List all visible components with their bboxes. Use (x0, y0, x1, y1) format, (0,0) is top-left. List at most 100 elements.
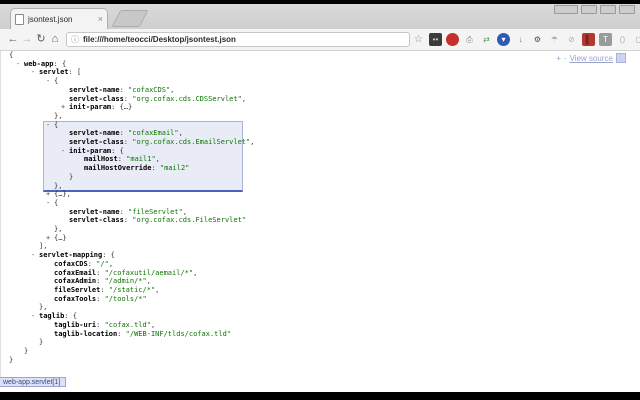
reload-icon[interactable]: ↻ (34, 34, 48, 45)
json-punctuation: : (96, 269, 104, 277)
extension-icon-11[interactable]: T (599, 33, 612, 46)
json-punctuation: : { (111, 147, 124, 155)
json-punctuation: : (124, 216, 132, 224)
json-line: }, (1, 225, 640, 234)
expander-expanded-icon[interactable]: - (31, 312, 35, 321)
document-icon (15, 14, 24, 25)
json-key: taglib-location (54, 330, 117, 338)
json-punctuation: : (117, 330, 125, 338)
json-punctuation: : (96, 295, 104, 303)
json-line: }, (1, 182, 640, 191)
json-punctuation: { (54, 77, 58, 85)
json-string-value: "mail1" (126, 155, 156, 163)
json-key: servlet-name (69, 208, 120, 216)
expander-expanded-icon[interactable]: - (31, 68, 35, 77)
json-line: servlet-class: "org.cofax.cds.CDSServlet… (1, 95, 640, 104)
view-source-link[interactable]: View source (570, 54, 613, 63)
expander-expanded-icon[interactable]: - (46, 77, 50, 86)
json-string-value: "cofaxCDS" (128, 86, 170, 94)
extension-icon-7[interactable]: ⚙ (531, 33, 544, 46)
back-icon[interactable]: ← (6, 34, 20, 45)
json-key: cofaxCDS (54, 260, 88, 268)
json-punctuation: { (9, 51, 13, 59)
tab-close-icon[interactable]: × (98, 15, 103, 24)
json-line: } (1, 347, 640, 356)
tab-jsontest[interactable]: jsontest.json × (10, 8, 108, 29)
json-punctuation: } (69, 173, 73, 181)
json-string-value: "/static/*" (109, 286, 155, 294)
extension-icon-3[interactable]: ⎙ (463, 33, 476, 46)
json-punctuation: , (151, 321, 155, 329)
json-line: -web-app: { (1, 60, 640, 69)
home-icon[interactable]: ⌂ (48, 34, 62, 45)
json-punctuation: : (96, 277, 104, 285)
json-line: } (1, 173, 640, 182)
json-punctuation: }, (54, 182, 62, 190)
json-key: servlet-mapping (39, 251, 102, 259)
json-punctuation: : { (64, 312, 77, 320)
extension-icon-1[interactable]: •• (429, 33, 442, 46)
json-line: taglib-uri: "cofax.tld", (1, 321, 640, 330)
json-line: cofaxEmail: "/cofaxutil/aemail/*", (1, 269, 640, 278)
json-line: -taglib: { (1, 312, 640, 321)
json-punctuation: : (100, 286, 108, 294)
collapse-all-button[interactable]: - (564, 54, 567, 63)
expander-expanded-icon[interactable]: - (46, 121, 50, 130)
json-punctuation: , (147, 277, 151, 285)
json-punctuation: { (54, 199, 58, 207)
json-line: }, (1, 303, 640, 312)
json-string-value: "/admin/*" (105, 277, 147, 285)
extension-icon-5[interactable]: ▾ (497, 33, 510, 46)
json-punctuation: } (24, 347, 28, 355)
bottom-black-bar (0, 392, 640, 400)
close-button[interactable] (619, 5, 635, 14)
forward-icon[interactable]: → (20, 34, 34, 45)
screen: jsontest.json × ← → ↻ ⌂ ⓘ file:///home/t… (0, 0, 640, 400)
json-line: }, (1, 112, 640, 121)
minimize-button[interactable] (581, 5, 597, 14)
browser-toolbar: ← → ↻ ⌂ ⓘ file:///home/teocci/Desktop/js… (0, 29, 640, 51)
extension-icon-12[interactable]: () (616, 33, 629, 46)
maximize-button[interactable] (600, 5, 616, 14)
window-control-extra[interactable] (554, 5, 578, 14)
json-string-value: "org.cofax.cds.EmailServlet" (132, 138, 250, 146)
expander-collapsed-icon[interactable]: + (61, 103, 65, 112)
extension-icon-2[interactable] (446, 33, 459, 46)
expander-expanded-icon[interactable]: - (46, 199, 50, 208)
expander-collapsed-icon[interactable]: + (46, 234, 50, 243)
expander-expanded-icon[interactable]: - (31, 251, 35, 260)
url-text[interactable]: file:///home/teocci/Desktop/jsontest.jso… (83, 35, 236, 44)
json-line: cofaxCDS: "/", (1, 260, 640, 269)
bookmark-star-icon[interactable]: ☆ (414, 34, 423, 45)
formatter-option-icon[interactable] (616, 53, 626, 63)
extension-icon-9[interactable]: ⊘ (565, 33, 578, 46)
json-line: cofaxTools: "/tools/*" (1, 295, 640, 304)
json-line: mailHostOverride: "mail2" (1, 164, 640, 173)
extension-icon-4[interactable]: ⇄ (480, 33, 493, 46)
page-info-icon[interactable]: ⓘ (71, 34, 79, 45)
json-punctuation: }, (54, 225, 62, 233)
extension-icons: •• ⎙ ⇄ ▾ ↓ ⚙ ☂ ⊘ ▌ T () ▢ (429, 33, 640, 46)
expander-expanded-icon[interactable]: - (61, 147, 65, 156)
json-key: servlet-class (69, 216, 124, 224)
json-punctuation: , (179, 129, 183, 137)
extension-icon-10[interactable]: ▌ (582, 33, 595, 46)
json-key: fileServlet (54, 286, 100, 294)
new-tab-button[interactable] (111, 10, 148, 27)
address-bar[interactable]: ⓘ file:///home/teocci/Desktop/jsontest.j… (66, 32, 410, 47)
expand-all-button[interactable]: + (556, 54, 561, 63)
expander-expanded-icon[interactable]: - (16, 60, 20, 69)
extension-icon-6[interactable]: ↓ (514, 33, 527, 46)
json-key: init-param (69, 103, 111, 111)
json-line: -init-param: { (1, 147, 640, 156)
extension-icon-8[interactable]: ☂ (548, 33, 561, 46)
json-key: cofaxTools (54, 295, 96, 303)
json-punctuation: : (151, 164, 159, 172)
extension-icon-13[interactable]: ▢ (633, 33, 640, 46)
json-key: init-param (69, 147, 111, 155)
json-line: +{…}, (1, 190, 640, 199)
json-line: } (1, 356, 640, 365)
json-line: servlet-class: "org.cofax.cds.EmailServl… (1, 138, 640, 147)
expander-collapsed-icon[interactable]: + (46, 190, 50, 199)
json-string-value: "/tools/*" (105, 295, 147, 303)
